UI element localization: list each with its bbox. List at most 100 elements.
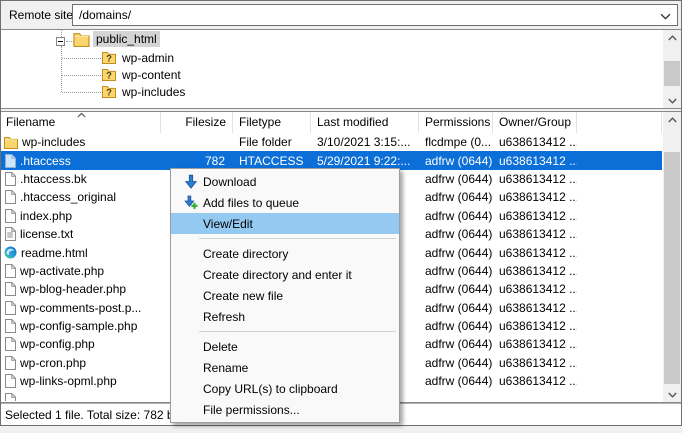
menu-item-refresh[interactable]: Refresh xyxy=(171,306,399,327)
folder-icon xyxy=(4,136,18,149)
filename-text: .htaccess xyxy=(20,154,71,168)
menu-item-add-files-to-queue[interactable]: Add files to queue xyxy=(171,192,399,213)
filename-cell: wp-links-opml.php xyxy=(1,374,161,388)
filename-cell: .htaccess_original xyxy=(1,190,161,204)
column-header-filetype[interactable]: Filetype xyxy=(233,112,311,133)
permissions-cell: adfrw (0644) xyxy=(419,356,493,370)
unknown-folder-icon: ? xyxy=(102,68,116,81)
menu-item-delete[interactable]: Delete xyxy=(171,336,399,357)
tree-item-wp-includes[interactable]: wp-includes xyxy=(119,84,188,100)
permissions-cell: adfrw (0644) xyxy=(419,172,493,186)
svg-text:?: ? xyxy=(106,54,112,64)
permissions-cell: flcdmpe (0... xyxy=(419,135,493,149)
permissions-cell: adfrw (0644) xyxy=(419,319,493,333)
scroll-up-icon[interactable] xyxy=(663,112,681,127)
chevron-down-icon[interactable] xyxy=(660,13,671,20)
tree-connector xyxy=(62,92,101,93)
file-icon xyxy=(4,393,16,401)
remote-site-bar: Remote site: /domains/ xyxy=(1,1,681,29)
owner-cell: u638613412 ... xyxy=(493,337,577,351)
file-icon xyxy=(4,190,16,204)
filename-text: wp-config-sample.php xyxy=(20,319,137,333)
filename-cell: wp-config-sample.php xyxy=(1,319,161,333)
permissions-cell: adfrw (0644) xyxy=(419,337,493,351)
filezilla-remote-pane: Remote site: /domains/ public_html? wp-ad… xyxy=(0,0,682,433)
filename-cell: wp-activate.php xyxy=(1,264,161,278)
menu-item-label: View/Edit xyxy=(203,217,253,231)
tree-item-wp-admin[interactable]: wp-admin xyxy=(119,50,177,66)
tree-scrollbar[interactable] xyxy=(663,30,681,108)
scroll-down-icon[interactable] xyxy=(663,387,681,402)
permissions-cell: adfrw (0644) xyxy=(419,209,493,223)
menu-item-rename[interactable]: Rename xyxy=(171,357,399,378)
column-header-filesize[interactable]: Filesize xyxy=(161,112,233,133)
tree-scrollbar-thumb[interactable] xyxy=(664,61,680,86)
filename-text: .htaccess_original xyxy=(20,190,116,204)
menu-item-create-new-file[interactable]: Create new file xyxy=(171,285,399,306)
menu-item-label: Create directory xyxy=(203,247,288,261)
filetype-cell: HTACCESS xyxy=(233,154,311,168)
svg-text:?: ? xyxy=(106,71,112,81)
permissions-cell: adfrw (0644) xyxy=(419,154,493,168)
menu-item-view-edit[interactable]: View/Edit xyxy=(171,213,399,234)
menu-item-label: Add files to queue xyxy=(203,196,299,210)
tree-item-wp-content[interactable]: wp-content xyxy=(119,67,184,83)
filename-text: wp-config.php xyxy=(20,337,95,351)
directory-tree-panel: public_html? wp-admin? wp-content? wp-inclu… xyxy=(1,29,681,109)
download-icon xyxy=(178,174,203,190)
sort-ascending-icon xyxy=(77,112,86,118)
file-icon xyxy=(4,209,16,223)
filename-cell: .htaccess.bk xyxy=(1,172,161,186)
tree-connector xyxy=(61,30,62,37)
permissions-cell: adfrw (0644) xyxy=(419,301,493,315)
file-icon xyxy=(4,337,16,351)
menu-item-create-directory-and-enter-it[interactable]: Create directory and enter it xyxy=(171,264,399,285)
remote-site-combobox[interactable]: /domains/ xyxy=(72,4,678,26)
permissions-cell: adfrw (0644) xyxy=(419,227,493,241)
remote-site-label: Remote site: xyxy=(9,8,76,22)
filename-cell: wp-config.php xyxy=(1,337,161,351)
scroll-down-icon[interactable] xyxy=(663,93,681,108)
filename-cell: index.php xyxy=(1,209,161,223)
menu-item-download[interactable]: Download xyxy=(171,171,399,192)
filesize-cell: 782 xyxy=(161,154,233,168)
list-scrollbar[interactable] xyxy=(663,112,681,402)
file-list-header: Filename Filesize Filetype Last modified… xyxy=(1,112,662,133)
menu-item-label: Refresh xyxy=(203,310,245,324)
tree-item-public-html[interactable]: public_html xyxy=(93,31,160,47)
permissions-cell: adfrw (0644) xyxy=(419,246,493,260)
filename-text: index.php xyxy=(20,209,72,223)
filename-text: wp-links-opml.php xyxy=(20,374,117,388)
column-header-modified[interactable]: Last modified xyxy=(311,112,419,133)
modified-cell: 3/10/2021 3:15:... xyxy=(311,135,419,149)
list-scrollbar-thumb[interactable] xyxy=(664,152,680,384)
filename-cell: readme.html xyxy=(1,246,161,260)
unknown-folder-icon: ? xyxy=(102,51,116,64)
svg-text:?: ? xyxy=(106,88,112,98)
owner-cell: u638613412 ... xyxy=(493,356,577,370)
file-icon xyxy=(4,301,16,315)
filename-text: wp-comments-post.p... xyxy=(20,301,141,315)
permissions-cell: adfrw (0644) xyxy=(419,190,493,204)
tree-connector xyxy=(62,75,101,76)
filename-text: wp-activate.php xyxy=(20,264,104,278)
file-row[interactable]: wp-includesFile folder3/10/2021 3:15:...… xyxy=(1,133,662,151)
file-icon xyxy=(4,154,16,168)
filename-text: readme.html xyxy=(21,246,88,260)
filename-text: .htaccess.bk xyxy=(20,172,87,186)
column-header-permissions[interactable]: Permissions xyxy=(419,112,493,133)
scroll-up-icon[interactable] xyxy=(663,30,681,45)
menu-item-label: File permissions... xyxy=(203,403,300,417)
tree-collapse-toggle[interactable] xyxy=(56,37,65,46)
owner-cell: u638613412 ... xyxy=(493,227,577,241)
column-header-owner[interactable]: Owner/Group xyxy=(493,112,577,133)
filename-cell: .htaccess xyxy=(1,154,161,168)
modified-cell: 5/29/2021 9:22:... xyxy=(311,154,419,168)
menu-item-create-directory[interactable]: Create directory xyxy=(171,243,399,264)
menu-item-file-permissions[interactable]: File permissions... xyxy=(171,399,399,420)
filename-cell: wp-blog-header.php xyxy=(1,282,161,296)
menu-item-label: Delete xyxy=(203,340,238,354)
menu-separator xyxy=(199,331,396,332)
filename-cell: wp-comments-post.p... xyxy=(1,301,161,315)
menu-item-copy-url-s-to-clipboard[interactable]: Copy URL(s) to clipboard xyxy=(171,378,399,399)
